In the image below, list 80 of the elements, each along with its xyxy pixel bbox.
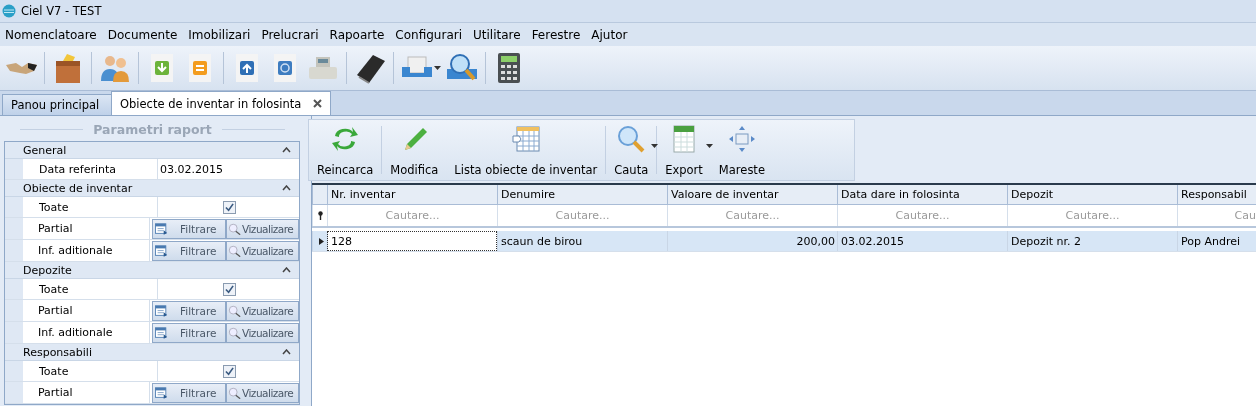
- maximize-button[interactable]: Mareste: [710, 120, 773, 180]
- table-cell: Pop Andrei: [1177, 231, 1256, 251]
- column-header[interactable]: Responsabil: [1177, 185, 1256, 204]
- close-icon[interactable]: [313, 99, 323, 108]
- table-cell: 200,00: [667, 231, 837, 251]
- filter-button[interactable]: Filtrare: [152, 382, 226, 403]
- view-button[interactable]: Vizualizare: [226, 322, 299, 343]
- menu-item[interactable]: Ajutor: [586, 27, 634, 42]
- edit-button[interactable]: Modifica: [382, 120, 447, 180]
- group-header[interactable]: Obiecte de inventar: [5, 180, 299, 197]
- menu-item[interactable]: Imobilizari: [183, 27, 257, 42]
- property-label: Toate: [23, 279, 158, 299]
- pin-icon: [316, 211, 324, 220]
- collapse-icon[interactable]: [282, 147, 291, 153]
- panel-title: Parametri raport: [93, 121, 212, 137]
- filter-button[interactable]: Filtrare: [152, 300, 226, 321]
- view-button[interactable]: Vizualizare: [226, 218, 299, 239]
- list-button[interactable]: Lista obiecte de inventar: [446, 120, 606, 180]
- table-icon: [155, 386, 168, 399]
- checkbox[interactable]: [223, 200, 236, 214]
- menu-item[interactable]: Ferestre: [526, 27, 587, 42]
- table-icon: [155, 222, 168, 235]
- group-header[interactable]: Responsabili: [5, 344, 299, 361]
- table-cell: Depozit nr. 2: [1007, 231, 1177, 251]
- view-button[interactable]: Vizualizare: [226, 300, 299, 321]
- search-icon: [616, 124, 647, 154]
- checkbox[interactable]: [223, 364, 236, 378]
- property-label: Partial: [21, 382, 150, 403]
- filter-button[interactable]: Filtrare: [152, 240, 226, 261]
- magnifier-icon: [228, 244, 241, 257]
- property-label: Partial: [21, 300, 150, 321]
- magnifier-icon: [228, 304, 241, 317]
- table-row[interactable]: 128 scaun de birou 200,00 03.02.2015 Depozit nr. 2 Pop Andrei: [312, 231, 1256, 252]
- menu-item[interactable]: Nomenclatoare: [0, 27, 103, 42]
- property-label: Data referinta: [23, 159, 158, 179]
- row-pointer-icon: [319, 237, 324, 245]
- table-cell: 03.02.2015: [837, 231, 1007, 251]
- column-header[interactable]: Denumire: [497, 185, 667, 204]
- checkbox[interactable]: [223, 282, 236, 296]
- app-logo-icon: [2, 4, 16, 18]
- magnifier-icon: [228, 326, 241, 339]
- collapse-icon[interactable]: [282, 267, 291, 273]
- property-label: Inf. aditionale: [21, 240, 150, 261]
- group-header[interactable]: Depozite: [5, 262, 299, 279]
- caret-icon[interactable]: [434, 65, 441, 71]
- property-label: Toate: [23, 197, 158, 217]
- search-button[interactable]: Cauta: [606, 120, 657, 180]
- magnifier-icon: [228, 222, 241, 235]
- export-button[interactable]: Export: [657, 120, 711, 180]
- filter-button[interactable]: Filtrare: [152, 322, 226, 343]
- column-header[interactable]: Data dare in folosinta: [837, 185, 1007, 204]
- table-cell: scaun de birou: [497, 231, 667, 251]
- tab[interactable]: Panou principal: [2, 94, 112, 115]
- reload-button[interactable]: Reincarca: [309, 120, 382, 180]
- property-value[interactable]: 03.02.2015: [158, 159, 299, 179]
- property-label: Toate: [23, 361, 158, 381]
- column-header[interactable]: Depozit: [1007, 185, 1177, 204]
- collapse-icon[interactable]: [282, 185, 291, 191]
- menu-item[interactable]: Rapoarte: [324, 27, 391, 42]
- table-icon: [155, 326, 168, 339]
- column-header[interactable]: Nr. inventar: [327, 185, 497, 204]
- filter-button[interactable]: Filtrare: [152, 218, 226, 239]
- group-header[interactable]: General: [5, 142, 299, 159]
- table-cell: 128: [327, 231, 497, 251]
- view-button[interactable]: Vizualizare: [226, 382, 299, 403]
- property-label: Partial: [21, 218, 150, 239]
- table-icon: [510, 124, 541, 154]
- view-button[interactable]: Vizualizare: [226, 240, 299, 261]
- column-header[interactable]: Valoare de inventar: [667, 185, 837, 204]
- table-icon: [155, 244, 168, 257]
- menu-item[interactable]: Documente: [102, 27, 184, 42]
- property-label: Inf. aditionale: [21, 322, 150, 343]
- table-icon: [155, 304, 168, 317]
- menu-item[interactable]: Utilitare: [468, 27, 527, 42]
- magnifier-icon: [228, 386, 241, 399]
- tab[interactable]: Obiecte de inventar in folosinta: [111, 91, 332, 115]
- menu-item[interactable]: Configurari: [390, 27, 468, 42]
- menu-item[interactable]: Prelucrari: [256, 27, 325, 42]
- window-title: Ciel V7 - TEST: [21, 4, 102, 18]
- collapse-icon[interactable]: [282, 349, 291, 355]
